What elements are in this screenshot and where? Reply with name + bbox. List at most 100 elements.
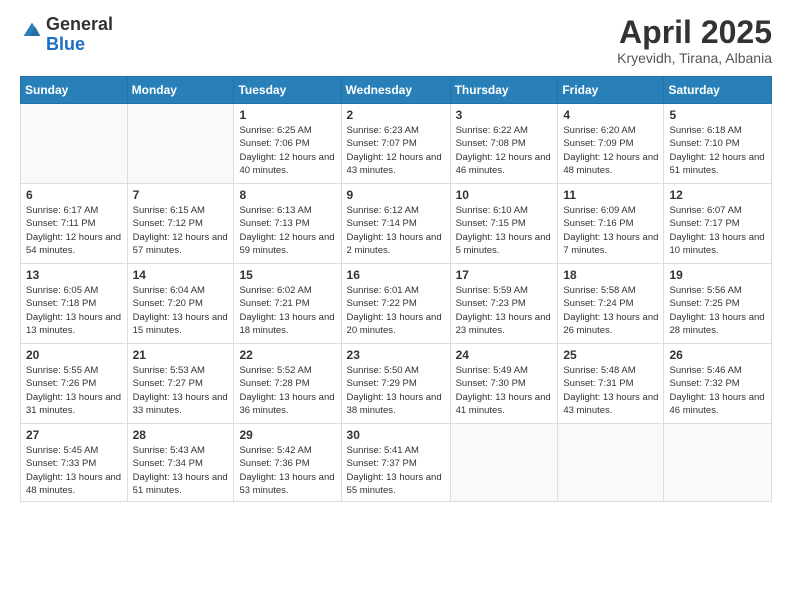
day-number: 22 [239,348,335,362]
day-number: 23 [347,348,445,362]
calendar-cell: 27 Sunrise: 5:45 AMSunset: 7:33 PMDayligh… [21,424,128,502]
calendar-cell: 24 Sunrise: 5:49 AMSunset: 7:30 PMDayligh… [450,344,558,424]
day-info: Sunrise: 5:49 AMSunset: 7:30 PMDaylight:… [456,364,553,417]
calendar-cell: 20 Sunrise: 5:55 AMSunset: 7:26 PMDayligh… [21,344,128,424]
day-info: Sunrise: 6:25 AMSunset: 7:06 PMDaylight:… [239,124,335,177]
day-number: 7 [133,188,229,202]
day-number: 8 [239,188,335,202]
day-info: Sunrise: 6:23 AMSunset: 7:07 PMDaylight:… [347,124,445,177]
day-number: 9 [347,188,445,202]
calendar-cell: 1 Sunrise: 6:25 AMSunset: 7:06 PMDaylight… [234,104,341,184]
day-number: 29 [239,428,335,442]
day-info: Sunrise: 5:50 AMSunset: 7:29 PMDaylight:… [347,364,445,417]
day-info: Sunrise: 5:46 AMSunset: 7:32 PMDaylight:… [669,364,766,417]
logo-blue-text: Blue [46,34,85,54]
calendar-cell [558,424,664,502]
calendar-cell: 9 Sunrise: 6:12 AMSunset: 7:14 PMDaylight… [341,184,450,264]
calendar-cell: 5Sunrise: 6:18 AMSunset: 7:10 PMDaylight… [664,104,772,184]
calendar-cell: 14 Sunrise: 6:04 AMSunset: 7:20 PMDayligh… [127,264,234,344]
day-info: Sunrise: 6:20 AMSunset: 7:09 PMDaylight:… [563,124,658,177]
day-info: Sunrise: 6:09 AMSunset: 7:16 PMDaylight:… [563,204,658,257]
calendar-cell: 30 Sunrise: 5:41 AMSunset: 7:37 PMDayligh… [341,424,450,502]
header-wednesday: Wednesday [341,77,450,104]
day-number: 28 [133,428,229,442]
calendar-cell: 10Sunrise: 6:10 AMSunset: 7:15 PMDayligh… [450,184,558,264]
location-subtitle: Kryevidh, Tirana, Albania [617,50,772,66]
day-info: Sunrise: 6:18 AMSunset: 7:10 PMDaylight:… [669,124,766,177]
day-info: Sunrise: 5:52 AMSunset: 7:28 PMDaylight:… [239,364,335,417]
calendar-cell: 29Sunrise: 5:42 AMSunset: 7:36 PMDayligh… [234,424,341,502]
calendar-cell [21,104,128,184]
calendar-cell: 21Sunrise: 5:53 AMSunset: 7:27 PMDayligh… [127,344,234,424]
day-number: 26 [669,348,766,362]
day-number: 1 [239,108,335,122]
header-tuesday: Tuesday [234,77,341,104]
calendar-cell: 25 Sunrise: 5:48 AMSunset: 7:31 PMDayligh… [558,344,664,424]
day-info: Sunrise: 6:12 AMSunset: 7:14 PMDaylight:… [347,204,445,257]
day-number: 25 [563,348,658,362]
calendar-cell: 23 Sunrise: 5:50 AMSunset: 7:29 PMDayligh… [341,344,450,424]
day-info: Sunrise: 6:10 AMSunset: 7:15 PMDaylight:… [456,204,553,257]
calendar-cell: 13 Sunrise: 6:05 AMSunset: 7:18 PMDayligh… [21,264,128,344]
day-number: 4 [563,108,658,122]
day-info: Sunrise: 6:17 AMSunset: 7:11 PMDaylight:… [26,204,122,257]
month-title: April 2025 [617,15,772,50]
calendar-cell: 22 Sunrise: 5:52 AMSunset: 7:28 PMDayligh… [234,344,341,424]
calendar-cell: 3 Sunrise: 6:22 AMSunset: 7:08 PMDaylight… [450,104,558,184]
day-number: 17 [456,268,553,282]
calendar-cell: 8Sunrise: 6:13 AMSunset: 7:13 PMDaylight… [234,184,341,264]
calendar-cell: 17Sunrise: 5:59 AMSunset: 7:23 PMDayligh… [450,264,558,344]
calendar-cell: 11 Sunrise: 6:09 AMSunset: 7:16 PMDayligh… [558,184,664,264]
calendar-cell [127,104,234,184]
calendar-cell: 15 Sunrise: 6:02 AMSunset: 7:21 PMDayligh… [234,264,341,344]
calendar-cell [664,424,772,502]
calendar-body: 1 Sunrise: 6:25 AMSunset: 7:06 PMDaylight… [21,104,772,502]
day-info: Sunrise: 6:04 AMSunset: 7:20 PMDaylight:… [133,284,229,337]
day-info: Sunrise: 5:41 AMSunset: 7:37 PMDaylight:… [347,444,445,497]
day-number: 13 [26,268,122,282]
day-number: 27 [26,428,122,442]
header-sunday: Sunday [21,77,128,104]
day-number: 20 [26,348,122,362]
header-monday: Monday [127,77,234,104]
calendar-cell: 28Sunrise: 5:43 AMSunset: 7:34 PMDayligh… [127,424,234,502]
calendar-cell: 4 Sunrise: 6:20 AMSunset: 7:09 PMDaylight… [558,104,664,184]
day-info: Sunrise: 5:45 AMSunset: 7:33 PMDaylight:… [26,444,122,497]
calendar-table: Sunday Monday Tuesday Wednesday Thursday… [20,76,772,502]
logo-general-text: General [46,14,113,34]
calendar-cell: 7 Sunrise: 6:15 AMSunset: 7:12 PMDaylight… [127,184,234,264]
day-number: 19 [669,268,766,282]
calendar-cell: 19Sunrise: 5:56 AMSunset: 7:25 PMDayligh… [664,264,772,344]
calendar-cell: 18Sunrise: 5:58 AMSunset: 7:24 PMDayligh… [558,264,664,344]
day-number: 2 [347,108,445,122]
day-number: 12 [669,188,766,202]
day-info: Sunrise: 5:55 AMSunset: 7:26 PMDaylight:… [26,364,122,417]
header-saturday: Saturday [664,77,772,104]
day-info: Sunrise: 6:15 AMSunset: 7:12 PMDaylight:… [133,204,229,257]
day-number: 15 [239,268,335,282]
header-friday: Friday [558,77,664,104]
calendar-cell: 16 Sunrise: 6:01 AMSunset: 7:22 PMDayligh… [341,264,450,344]
day-info: Sunrise: 6:05 AMSunset: 7:18 PMDaylight:… [26,284,122,337]
calendar-cell: 26 Sunrise: 5:46 AMSunset: 7:32 PMDayligh… [664,344,772,424]
day-info: Sunrise: 6:22 AMSunset: 7:08 PMDaylight:… [456,124,553,177]
day-number: 16 [347,268,445,282]
day-info: Sunrise: 5:53 AMSunset: 7:27 PMDaylight:… [133,364,229,417]
day-number: 6 [26,188,122,202]
header-thursday: Thursday [450,77,558,104]
day-number: 3 [456,108,553,122]
day-number: 30 [347,428,445,442]
logo: General Blue [20,15,113,55]
day-number: 14 [133,268,229,282]
weekday-header-row: Sunday Monday Tuesday Wednesday Thursday… [21,77,772,104]
calendar-cell: 2 Sunrise: 6:23 AMSunset: 7:07 PMDaylight… [341,104,450,184]
day-info: Sunrise: 6:01 AMSunset: 7:22 PMDaylight:… [347,284,445,337]
day-info: Sunrise: 6:07 AMSunset: 7:17 PMDaylight:… [669,204,766,257]
calendar-cell [450,424,558,502]
day-info: Sunrise: 6:02 AMSunset: 7:21 PMDaylight:… [239,284,335,337]
day-number: 11 [563,188,658,202]
day-info: Sunrise: 5:48 AMSunset: 7:31 PMDaylight:… [563,364,658,417]
title-area: April 2025 Kryevidh, Tirana, Albania [617,15,772,66]
calendar-cell: 6 Sunrise: 6:17 AMSunset: 7:11 PMDaylight… [21,184,128,264]
day-number: 24 [456,348,553,362]
